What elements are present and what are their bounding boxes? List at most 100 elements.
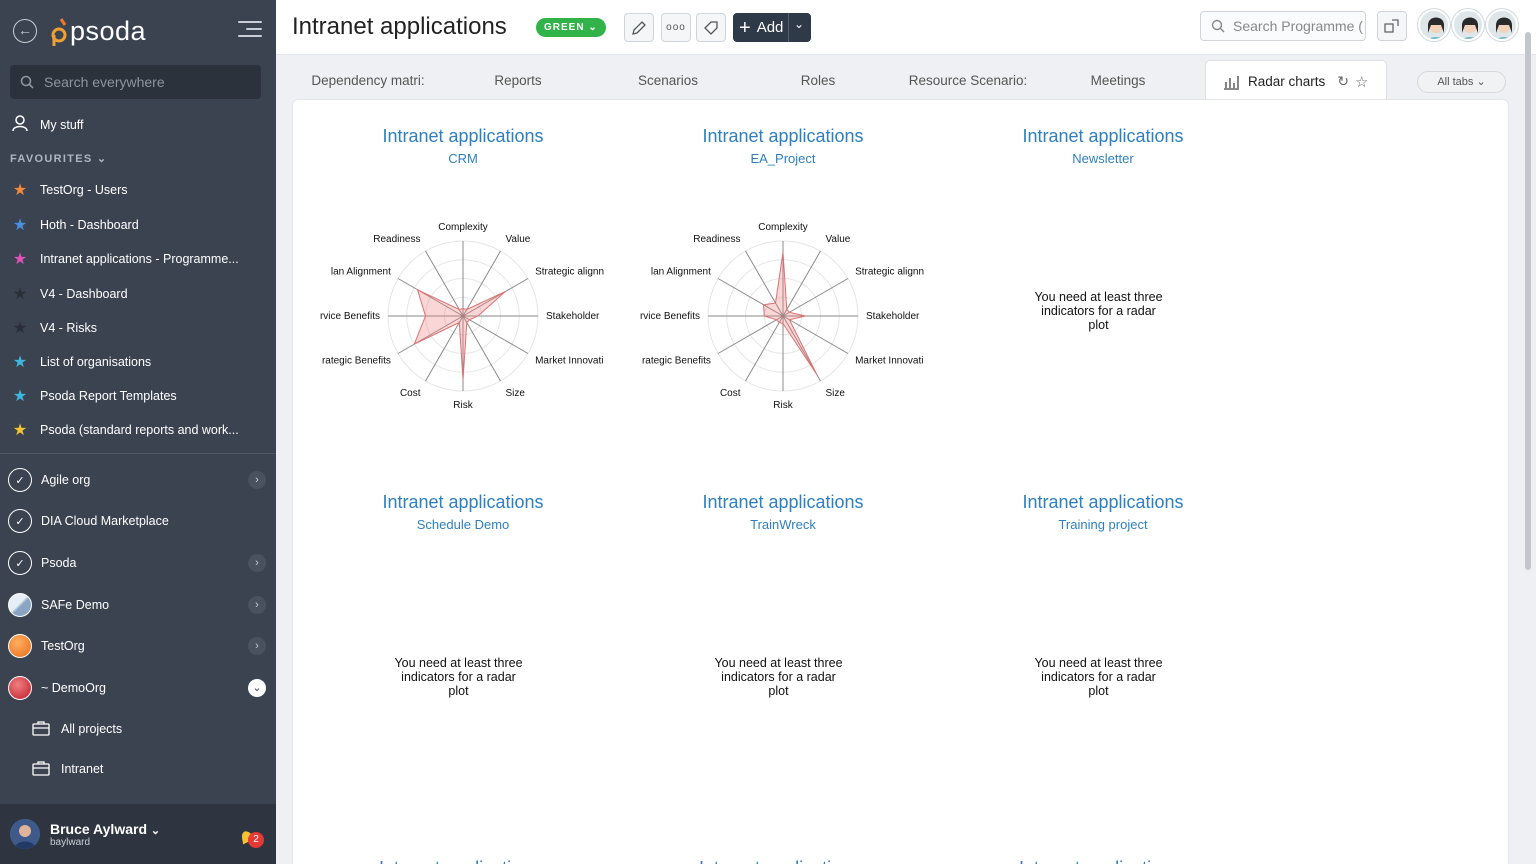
tab-bar: Dependency matri: Reports Scenarios Role… [276, 55, 1521, 102]
sidebar-item-label: Psoda Report Templates [40, 389, 177, 403]
radar-axis-label: Size [826, 388, 846, 399]
chart-subtitle-link[interactable]: Newsletter [933, 151, 1273, 166]
user-icon [10, 114, 30, 137]
message-line: indicators for a radar [401, 670, 516, 684]
card-title-partial: Intranet applications [699, 856, 869, 864]
sidebar-favourite-item[interactable]: ★ Intranet applications - Programme... [10, 244, 266, 274]
tab-meetings[interactable]: Meetings [1043, 73, 1193, 88]
star-icon[interactable]: ☆ [1355, 73, 1368, 91]
sidebar-favourite-item[interactable]: ★ Psoda Report Templates [10, 381, 266, 411]
sidebar-favourite-item[interactable]: ★ TestOrg - Users [10, 175, 266, 205]
message-line: plot [1088, 684, 1109, 698]
user-menu[interactable]: Bruce Aylward ⌄ baylward [0, 804, 276, 864]
chart-title-link[interactable]: Intranet applications [613, 492, 953, 513]
radar-chart-card: Intranet applications Schedule Demo You ne… [293, 466, 613, 826]
sidebar-item-label: All projects [61, 722, 123, 736]
favourites-label: FAVOURITES [10, 153, 93, 165]
sidebar-item-label: V4 - Dashboard [40, 287, 128, 301]
sidebar-favourite-item[interactable]: ★ Hoth - Dashboard [10, 210, 266, 240]
chevron-right-icon[interactable]: › [248, 554, 266, 572]
radar-chart-card: Intranet applications CRM Complexity Value S… [293, 100, 613, 460]
chart-subtitle-link[interactable]: Schedule Demo [293, 517, 633, 532]
sidebar-divider [0, 453, 276, 454]
sidebar-item-label: Psoda (standard reports and work... [40, 423, 239, 437]
avatar[interactable] [1452, 9, 1484, 41]
tab-radar-charts[interactable]: Radar charts ↻ ☆ [1205, 60, 1387, 102]
star-icon: ★ [12, 286, 28, 303]
sidebar-item-label: DIA Cloud Marketplace [41, 514, 169, 528]
chart-subtitle-link[interactable]: CRM [293, 151, 633, 166]
sidebar-item-label: V4 - Risks [40, 321, 97, 335]
chevron-down-icon: ⌄ [1476, 76, 1486, 88]
tab-reports[interactable]: Reports [443, 73, 593, 88]
message-line: indicators for a radar [721, 670, 836, 684]
refresh-icon[interactable]: ↻ [1337, 73, 1349, 90]
all-tabs-dropdown[interactable]: All tabs ⌄ [1417, 71, 1506, 93]
chart-title-link[interactable]: Intranet applications [613, 126, 953, 147]
sidebar-favourite-item[interactable]: ★ List of organisations [10, 347, 266, 377]
chevron-right-icon[interactable]: › [248, 637, 266, 655]
add-label: Add [756, 19, 784, 36]
collapse-sidebar-icon[interactable] [238, 21, 262, 41]
tab-scenarios[interactable]: Scenarios [593, 73, 743, 88]
chevron-right-icon[interactable]: › [248, 596, 266, 614]
chevron-right-icon[interactable]: › [248, 471, 266, 489]
sidebar-org-item[interactable]: ✓ Agile org › [8, 462, 270, 498]
chart-subtitle-link[interactable]: EA_Project [613, 151, 953, 166]
sidebar-item-label: Psoda [41, 556, 77, 570]
message-line: You need at least three [394, 656, 523, 670]
chart-title-link[interactable]: Intranet applications [293, 492, 633, 513]
avatar[interactable] [1486, 9, 1518, 41]
add-button[interactable]: + Add ⌄ [733, 13, 811, 42]
switch-view-button[interactable] [1377, 11, 1407, 41]
radar-axis-line [782, 250, 821, 317]
page-title: Intranet applications [292, 13, 507, 40]
sidebar-favourite-item[interactable]: ★ V4 - Dashboard [10, 279, 266, 309]
radar-axis-label: Risk [453, 400, 473, 410]
radar-axis-label: rategic Benefits [642, 356, 711, 367]
status-badge[interactable]: GREEN ⌄ [536, 18, 606, 37]
chevron-down-icon: ⌄ [588, 22, 598, 33]
star-icon: ★ [12, 388, 28, 405]
tab-roles[interactable]: Roles [743, 73, 893, 88]
favourites-header[interactable]: FAVOURITES ⌄ [10, 152, 107, 165]
org-logo-icon [8, 634, 32, 658]
search-placeholder: Search Programme ( [1233, 18, 1363, 34]
radar-axis-label: Value [826, 234, 851, 245]
sidebar-item-intranet[interactable]: Intranet [32, 754, 103, 784]
chevron-down-icon[interactable]: ⌄ [248, 679, 266, 697]
scrollbar[interactable] [1525, 32, 1531, 570]
message-line: indicators for a radar [1041, 670, 1156, 684]
avatar[interactable] [1418, 9, 1450, 41]
chart-title-link[interactable]: Intranet applications [933, 126, 1273, 147]
chart-title-link[interactable]: Intranet applications [933, 492, 1273, 513]
sidebar-org-item[interactable]: ~ DemoOrg ⌄ [8, 670, 270, 706]
more-options-button[interactable]: ooo [661, 13, 691, 42]
sidebar-org-item[interactable]: TestOrg › [8, 628, 270, 664]
sidebar-item-my-stuff[interactable]: My stuff [10, 110, 266, 140]
radar-axis-line [782, 278, 849, 317]
sidebar-item-label: ~ DemoOrg [41, 681, 106, 695]
sidebar-favourite-item[interactable]: ★ Psoda (standard reports and work... [10, 415, 266, 445]
chevron-down-icon[interactable]: ⌄ [794, 17, 804, 31]
sidebar-item-label: My stuff [40, 118, 84, 132]
sidebar-favourite-item[interactable]: ★ V4 - Risks [10, 313, 266, 343]
edit-button[interactable] [624, 13, 654, 42]
sidebar-org-item[interactable]: ✓ Psoda › [8, 545, 270, 581]
sidebar-item-all-projects[interactable]: All projects [32, 714, 122, 744]
chart-subtitle-link[interactable]: Training project [933, 517, 1273, 532]
tab-resource-scenarios[interactable]: Resource Scenario: [893, 73, 1043, 88]
psoda-logo[interactable]: psoda [50, 13, 146, 49]
sidebar-org-item[interactable]: SAFe Demo › [8, 587, 270, 623]
sidebar-search-input[interactable]: Search everywhere [10, 65, 261, 99]
radar-axis-label: Risk [773, 400, 793, 410]
tag-button[interactable] [696, 13, 726, 42]
tab-dependency-matrix[interactable]: Dependency matri: [293, 73, 443, 88]
logo-text: psoda [70, 15, 147, 46]
back-icon[interactable]: ← [13, 19, 37, 43]
chart-title-link[interactable]: Intranet applications [293, 126, 633, 147]
chart-subtitle-link[interactable]: TrainWreck [613, 517, 953, 532]
programme-search-input[interactable]: Search Programme ( [1200, 11, 1366, 41]
radar-axis-label: lan Alignment [651, 266, 711, 277]
sidebar-org-item[interactable]: ✓ DIA Cloud Marketplace [8, 503, 270, 539]
